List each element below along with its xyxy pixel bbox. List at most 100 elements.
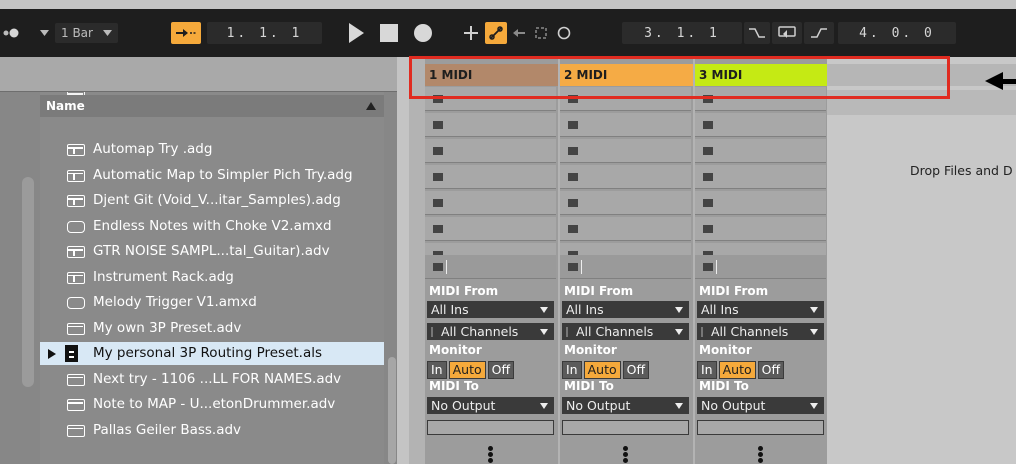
play-button[interactable] (349, 23, 364, 43)
monitor-off-button[interactable]: Off (757, 361, 785, 379)
loop-length-display[interactable]: 4. 0. 0 (838, 22, 956, 44)
clip-slot[interactable] (425, 139, 556, 163)
browser-item[interactable]: Note to MAP - U...etonDrummer.adv (40, 393, 384, 416)
midi-to-channel-box[interactable] (697, 420, 824, 435)
midi-to-dropdown[interactable]: No Output (562, 397, 689, 414)
browser-scrollbar[interactable] (388, 357, 396, 464)
monitor-in-button[interactable]: In (697, 361, 717, 379)
stop-all-icon[interactable] (703, 263, 713, 271)
browser-item[interactable]: Pallas Geiler Bass.adv (40, 419, 384, 442)
clip-stop-icon[interactable] (703, 225, 713, 233)
clip-stop-icon[interactable] (703, 121, 713, 129)
clip-slot[interactable] (560, 165, 691, 189)
name-column-header[interactable]: Name (40, 95, 384, 117)
midi-to-channel-box[interactable] (427, 420, 554, 435)
clip-slot[interactable] (695, 217, 826, 241)
clip-slot[interactable] (560, 217, 691, 241)
back-to-arrangement-button[interactable] (509, 22, 529, 44)
clip-slot[interactable] (695, 113, 826, 137)
browser-item[interactable]: Endless Notes with Choke V2.amxd (40, 215, 384, 238)
more-options-icon[interactable] (488, 446, 493, 463)
monitor-in-button[interactable]: In (427, 361, 447, 379)
clip-stop-slot[interactable] (560, 255, 691, 279)
clip-stop-icon[interactable] (433, 173, 443, 181)
monitor-auto-button[interactable]: Auto (448, 361, 486, 379)
browser-item[interactable]: Automap Try .adg (40, 138, 384, 161)
clip-slot[interactable] (695, 191, 826, 215)
punch-out-button[interactable] (804, 22, 834, 44)
more-options-icon[interactable] (758, 446, 763, 463)
session-record-button[interactable] (553, 22, 575, 44)
record-button[interactable] (414, 24, 432, 42)
clip-slot[interactable] (425, 217, 556, 241)
midi-from-dropdown[interactable]: All Ins (427, 301, 554, 318)
midi-from-dropdown[interactable]: All Ins (562, 301, 689, 318)
midi-channel-dropdown[interactable]: All Channels (427, 323, 554, 340)
clip-stop-icon[interactable] (703, 147, 713, 155)
metronome-icon[interactable] (2, 23, 22, 43)
clip-slot[interactable] (560, 139, 691, 163)
clip-stop-icon[interactable] (568, 225, 578, 233)
clip-slot[interactable] (560, 191, 691, 215)
browser-item[interactable]: Instrument Rack.adg (40, 266, 384, 289)
clip-stop-icon[interactable] (703, 173, 713, 181)
browser-item[interactable]: My own 3P Preset.adv (40, 317, 384, 340)
drop-area[interactable]: Drop Files and D (827, 57, 1016, 464)
rack-icon (67, 144, 85, 156)
monitor-buttons: In Auto Off (697, 361, 785, 379)
clip-stop-icon[interactable] (433, 121, 443, 129)
clip-stop-icon[interactable] (433, 225, 443, 233)
midi-to-dropdown[interactable]: No Output (427, 397, 554, 414)
browser-item[interactable]: Melody Trigger V1.amxd (40, 291, 384, 314)
clip-stop-icon[interactable] (568, 199, 578, 207)
clip-stop-icon[interactable] (568, 147, 578, 155)
clip-slot[interactable] (425, 191, 556, 215)
clip-stop-slot[interactable] (425, 255, 556, 279)
expand-triangle-icon[interactable] (48, 349, 56, 359)
clip-stop-icon[interactable] (568, 173, 578, 181)
monitor-off-button[interactable]: Off (622, 361, 650, 379)
metronome-dropdown-arrow[interactable] (36, 24, 52, 42)
clip-stop-icon[interactable] (433, 199, 443, 207)
stop-all-icon[interactable] (433, 263, 443, 271)
more-options-icon[interactable] (623, 446, 628, 463)
clip-stop-slot[interactable] (695, 255, 826, 279)
monitor-in-button[interactable]: In (562, 361, 582, 379)
browser-item[interactable]: My personal 3P Routing Preset.als (40, 342, 384, 365)
capture-midi-button[interactable] (531, 22, 551, 44)
stop-all-icon[interactable] (568, 263, 578, 271)
monitor-off-button[interactable]: Off (487, 361, 515, 379)
add-overdub-button[interactable] (460, 22, 482, 44)
browser-item[interactable]: Automatic Map to Simpler Pich Try.adg (40, 164, 384, 187)
monitor-auto-button[interactable]: Auto (583, 361, 621, 379)
sort-arrow-icon[interactable] (366, 102, 376, 110)
clip-slot[interactable] (425, 165, 556, 189)
follow-button[interactable] (171, 22, 201, 44)
loop-switch-button[interactable] (772, 22, 802, 44)
clip-stop-icon[interactable] (568, 121, 578, 129)
clip-slot[interactable] (560, 113, 691, 137)
browser-item[interactable]: Djent Git (Void_V...itar_Samples).adg (40, 189, 384, 212)
clip-stop-icon[interactable] (433, 147, 443, 155)
midi-channel-dropdown[interactable]: All Channels (697, 323, 824, 340)
clip-slot[interactable] (425, 113, 556, 137)
stop-button[interactable] (380, 24, 398, 42)
plus-icon (464, 26, 478, 40)
browser-item[interactable]: GTR NOISE SAMPL...tal_Guitar).adv (40, 240, 384, 263)
panel-splitter[interactable] (397, 57, 409, 464)
clip-slot[interactable] (695, 165, 826, 189)
sidebar-scrollbar[interactable] (22, 177, 34, 387)
loop-start-display[interactable]: 3. 1. 1 (622, 22, 742, 44)
midi-to-dropdown[interactable]: No Output (697, 397, 824, 414)
quantize-select[interactable]: 1 Bar (55, 23, 118, 43)
clip-slot[interactable] (695, 139, 826, 163)
automation-arm-button[interactable] (485, 22, 507, 44)
midi-from-dropdown[interactable]: All Ins (697, 301, 824, 318)
midi-channel-dropdown[interactable]: All Channels (562, 323, 689, 340)
browser-item[interactable]: Next try - 1106 ...LL FOR NAMES.adv (40, 368, 384, 391)
monitor-auto-button[interactable]: Auto (718, 361, 756, 379)
clip-stop-icon[interactable] (703, 199, 713, 207)
midi-to-channel-box[interactable] (562, 420, 689, 435)
punch-in-button[interactable] (744, 22, 770, 44)
song-position-display[interactable]: 1. 1. 1 (207, 22, 322, 44)
